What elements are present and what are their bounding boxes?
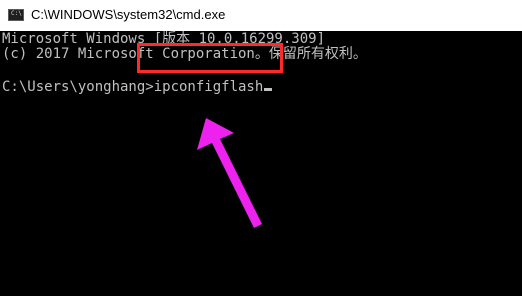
pointer-arrow-icon [197,118,262,228]
cmd-window: C:\ C:\WINDOWS\system32\cmd.exe Microsof… [0,0,522,296]
